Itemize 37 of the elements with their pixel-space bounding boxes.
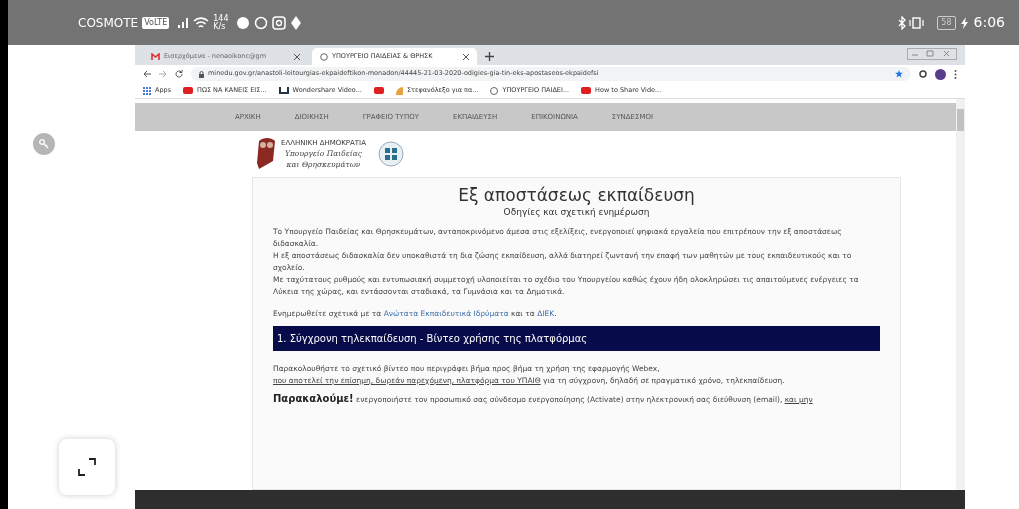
wifi-icon (193, 15, 210, 30)
network-badge: VoLTE (142, 16, 170, 29)
video-play-icon (183, 87, 194, 94)
reload-icon[interactable] (175, 70, 183, 78)
globe-icon (320, 52, 328, 61)
profile-avatar[interactable] (935, 68, 946, 80)
emblem-icon (378, 141, 404, 167)
owl-logo-icon (255, 137, 277, 171)
close-icon[interactable] (463, 53, 469, 60)
ring-icon (254, 15, 269, 30)
section-heading: 1. Σύγχρονη τηλεκπαίδευση - Βίντεο χρήσης της πλατφόρμας (273, 325, 880, 351)
leaf-icon (395, 86, 403, 95)
apps-grid-icon (143, 86, 151, 95)
expand-icon (77, 458, 96, 476)
circle-icon (236, 15, 251, 30)
carrier-name: COSMOTE (78, 14, 139, 32)
charging-icon (959, 16, 970, 29)
mail-logo-icon (151, 53, 160, 60)
battery-level: 58 (937, 15, 956, 30)
extension-icon[interactable] (919, 70, 927, 78)
video-play-icon (373, 87, 384, 94)
diamond-icon (290, 15, 303, 30)
w-logo-icon (278, 87, 289, 94)
star-icon[interactable] (895, 70, 903, 78)
video-play-icon (581, 87, 592, 94)
page-title: Εξ αποστάσεως εκπαίδευση (457, 184, 696, 206)
camera-icon (272, 15, 287, 30)
speed-unit: K/s (213, 22, 227, 31)
menu-icon[interactable] (954, 69, 957, 79)
lock-icon (199, 70, 204, 78)
back-icon[interactable] (143, 70, 151, 78)
close-icon[interactable] (294, 53, 300, 60)
clock-time: 6:06 (973, 13, 1005, 32)
speed-value: 144 (213, 14, 229, 23)
signal-icon (177, 16, 190, 29)
new-tab-icon[interactable] (485, 52, 494, 61)
page-subtitle: Οδηγίες και σχετική ενημέρωση (502, 206, 651, 219)
